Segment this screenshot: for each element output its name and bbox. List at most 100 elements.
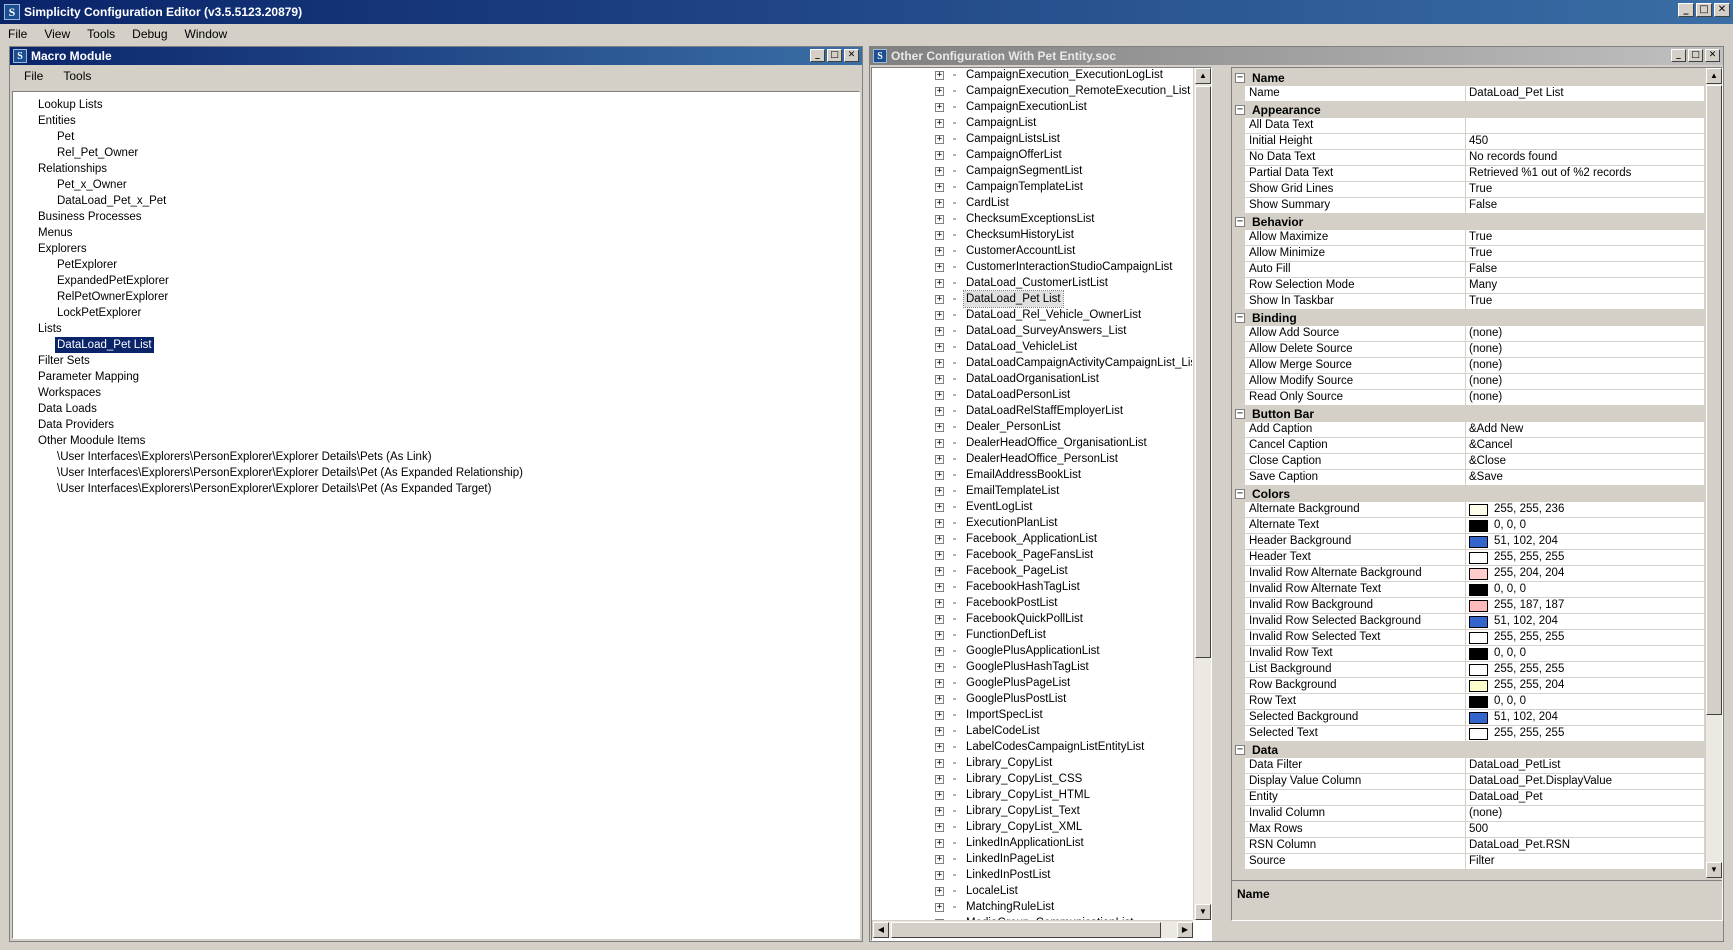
property-value[interactable]: Many: [1469, 279, 1497, 291]
list-item[interactable]: + CustomerInteractionStudioCampaignList: [872, 259, 1192, 275]
property-row[interactable]: List Background 255, 255, 255: [1232, 662, 1704, 678]
app-close-button[interactable]: ✕: [1714, 3, 1730, 17]
property-row[interactable]: Alternate Text 0, 0, 0: [1232, 518, 1704, 534]
property-row[interactable]: Save Caption &Save: [1232, 470, 1704, 486]
expand-plus-icon[interactable]: +: [935, 791, 944, 800]
property-value[interactable]: &Cancel: [1469, 439, 1512, 451]
collapse-minus-icon[interactable]: −: [1235, 73, 1245, 83]
property-row[interactable]: Cancel Caption &Cancel: [1232, 438, 1704, 454]
expand-plus-icon[interactable]: +: [935, 471, 944, 480]
list-item[interactable]: + Library_CopyList_XML: [872, 819, 1192, 835]
property-value[interactable]: DataLoad_Pet: [1469, 791, 1543, 803]
property-category[interactable]: − Appearance: [1232, 102, 1704, 118]
property-row[interactable]: Allow Minimize True: [1232, 246, 1704, 262]
list-item[interactable]: + LocaleList: [872, 883, 1192, 899]
list-item[interactable]: + CampaignSegmentList: [872, 163, 1192, 179]
property-divider[interactable]: [1465, 614, 1466, 630]
property-divider[interactable]: [1465, 454, 1466, 470]
expand-plus-icon[interactable]: +: [935, 519, 944, 528]
tree-item[interactable]: Entities: [36, 113, 78, 129]
list-item[interactable]: + CampaignTemplateList: [872, 179, 1192, 195]
property-value[interactable]: &Add New: [1469, 423, 1523, 435]
list-item[interactable]: + DataLoadRelStaffEmployerList: [872, 403, 1192, 419]
property-value[interactable]: 255, 255, 255: [1494, 631, 1564, 643]
macro-minimize-button[interactable]: _: [810, 49, 825, 62]
expand-plus-icon[interactable]: +: [935, 151, 944, 160]
config-maximize-button[interactable]: □: [1688, 49, 1703, 62]
expand-plus-icon[interactable]: +: [935, 903, 944, 912]
scroll-thumb[interactable]: [1195, 86, 1211, 658]
property-divider[interactable]: [1465, 502, 1466, 518]
expand-plus-icon[interactable]: +: [935, 87, 944, 96]
property-divider[interactable]: [1465, 246, 1466, 262]
list-item[interactable]: + Library_CopyList_HTML: [872, 787, 1192, 803]
property-category[interactable]: − Data: [1232, 742, 1704, 758]
property-divider[interactable]: [1465, 822, 1466, 838]
property-category[interactable]: − Colors: [1232, 486, 1704, 502]
property-divider[interactable]: [1465, 598, 1466, 614]
expand-plus-icon[interactable]: +: [935, 279, 944, 288]
expand-plus-icon[interactable]: +: [935, 551, 944, 560]
property-divider[interactable]: [1465, 774, 1466, 790]
property-divider[interactable]: [1465, 166, 1466, 182]
property-divider[interactable]: [1465, 374, 1466, 390]
expand-plus-icon[interactable]: +: [935, 871, 944, 880]
expand-plus-icon[interactable]: +: [935, 135, 944, 144]
tree-item[interactable]: ExpandedPetExplorer: [55, 273, 171, 289]
property-value[interactable]: (none): [1469, 391, 1502, 403]
expand-plus-icon[interactable]: +: [935, 823, 944, 832]
tree-item[interactable]: LockPetExplorer: [55, 305, 143, 321]
tree-item[interactable]: Other Moodule Items: [36, 433, 147, 449]
property-value[interactable]: False: [1469, 199, 1497, 211]
property-row[interactable]: Selected Text 255, 255, 255: [1232, 726, 1704, 742]
prop-scroll-down-arrow-icon[interactable]: ▼: [1706, 862, 1722, 878]
property-divider[interactable]: [1465, 390, 1466, 406]
property-value[interactable]: 51, 102, 204: [1494, 535, 1558, 547]
property-value[interactable]: 255, 255, 255: [1494, 663, 1564, 675]
hscroll-thumb[interactable]: [891, 922, 1161, 938]
property-value[interactable]: 0, 0, 0: [1494, 583, 1526, 595]
list-item[interactable]: + DataLoad_Rel_Vehicle_OwnerList: [872, 307, 1192, 323]
property-row[interactable]: Invalid Row Alternate Text 0, 0, 0: [1232, 582, 1704, 598]
expand-plus-icon[interactable]: +: [935, 423, 944, 432]
property-value[interactable]: DataLoad_Pet List: [1469, 87, 1564, 99]
tree-item[interactable]: Explorers: [36, 241, 89, 257]
property-row[interactable]: Allow Merge Source (none): [1232, 358, 1704, 374]
expand-plus-icon[interactable]: +: [935, 311, 944, 320]
collapse-minus-icon[interactable]: −: [1235, 409, 1245, 419]
expand-plus-icon[interactable]: +: [935, 375, 944, 384]
property-value[interactable]: 51, 102, 204: [1494, 711, 1558, 723]
list-item[interactable]: + GooglePlusHashTagList: [872, 659, 1192, 675]
collapse-minus-icon[interactable]: −: [1235, 489, 1245, 499]
property-value[interactable]: 255, 255, 236: [1494, 503, 1564, 515]
scroll-right-arrow-icon[interactable]: ▶: [1177, 922, 1193, 938]
expand-plus-icon[interactable]: +: [935, 583, 944, 592]
list-item[interactable]: + Facebook_PageFansList: [872, 547, 1192, 563]
property-divider[interactable]: [1465, 326, 1466, 342]
property-row[interactable]: Header Text 255, 255, 255: [1232, 550, 1704, 566]
property-value[interactable]: 0, 0, 0: [1494, 647, 1526, 659]
property-value[interactable]: &Save: [1469, 471, 1503, 483]
list-item[interactable]: + LinkedInApplicationList: [872, 835, 1192, 851]
expand-plus-icon[interactable]: +: [935, 647, 944, 656]
property-value[interactable]: 255, 255, 255: [1494, 727, 1564, 739]
property-row[interactable]: Allow Delete Source (none): [1232, 342, 1704, 358]
property-category[interactable]: − Button Bar: [1232, 406, 1704, 422]
property-value[interactable]: DataLoad_Pet.RSN: [1469, 839, 1570, 851]
property-value[interactable]: 51, 102, 204: [1494, 615, 1558, 627]
list-item[interactable]: + DealerHeadOffice_OrganisationList: [872, 435, 1192, 451]
tree-item[interactable]: Business Processes: [36, 209, 144, 225]
expand-plus-icon[interactable]: +: [935, 231, 944, 240]
macro-menu-file[interactable]: File: [24, 69, 43, 83]
menu-window[interactable]: Window: [183, 27, 230, 41]
expand-plus-icon[interactable]: +: [935, 71, 944, 80]
property-category[interactable]: − Name: [1232, 70, 1704, 86]
expand-plus-icon[interactable]: +: [935, 439, 944, 448]
expand-plus-icon[interactable]: +: [935, 343, 944, 352]
list-item[interactable]: + FacebookHashTagList: [872, 579, 1192, 595]
property-divider[interactable]: [1465, 806, 1466, 822]
property-divider[interactable]: [1465, 854, 1466, 870]
property-row[interactable]: Allow Maximize True: [1232, 230, 1704, 246]
property-divider[interactable]: [1465, 790, 1466, 806]
list-item[interactable]: + CampaignExecution_RemoteExecution_List: [872, 83, 1192, 99]
